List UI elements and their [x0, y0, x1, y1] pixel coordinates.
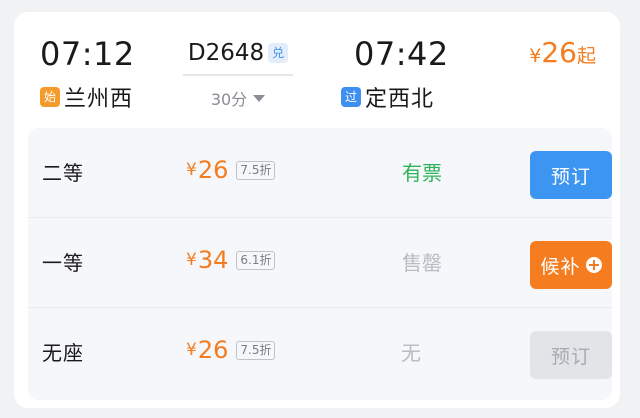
- train-info: D2648 兑 30分: [179, 36, 297, 110]
- currency-symbol: ¥: [186, 160, 197, 180]
- seat-price: ¥ 26 7.5折: [186, 336, 276, 364]
- waitlist-button-label: 候补: [540, 255, 581, 278]
- seat-price-value: 26: [197, 336, 229, 364]
- availability-status: 售罄: [402, 251, 442, 275]
- departure-station-name: 兰州西: [64, 87, 134, 112]
- discount-badge: 7.5折: [236, 160, 276, 180]
- train-card[interactable]: 07:12 始 兰州西 D2648 兑 30分 07:42 过 定西北 ¥ 26…: [14, 12, 620, 408]
- book-button-label: 预订: [550, 165, 591, 188]
- seat-price-value: 26: [197, 156, 229, 184]
- discount-badge: 7.5折: [236, 340, 276, 360]
- redeem-badge: 兑: [268, 43, 289, 63]
- currency-symbol: ¥: [529, 45, 542, 67]
- departure-station: 始 兰州西: [40, 82, 133, 112]
- route-line: [183, 74, 293, 76]
- waitlist-button[interactable]: 候补: [530, 241, 612, 289]
- train-number: D2648: [187, 40, 265, 66]
- book-button[interactable]: 预订: [530, 151, 612, 199]
- seat-price: ¥ 34 6.1折: [186, 246, 276, 274]
- currency-symbol: ¥: [186, 340, 197, 360]
- train-number-line: D2648 兑: [179, 36, 297, 70]
- arrival-station-name: 定西北: [365, 87, 435, 112]
- availability-status: 有票: [402, 161, 442, 185]
- book-button-label: 预订: [550, 345, 591, 368]
- seat-row-no-seat: 无座 ¥ 26 7.5折 无 预订: [28, 308, 612, 398]
- seat-price: ¥ 26 7.5折: [186, 156, 276, 184]
- lowest-price-value: 26: [541, 36, 577, 69]
- price-from-suffix: 起: [576, 45, 596, 67]
- seat-class-name: 二等: [42, 161, 84, 185]
- seat-row-second-class: 二等 ¥ 26 7.5折 有票 预订: [28, 128, 612, 218]
- seat-price-value: 34: [197, 246, 229, 274]
- seat-row-first-class: 一等 ¥ 34 6.1折 售罄 候补: [28, 218, 612, 308]
- seat-class-list: 二等 ¥ 26 7.5折 有票 预订 一等 ¥ 34 6.1折 售罄 候补 无座…: [28, 128, 612, 400]
- pass-through-badge: 过: [341, 87, 361, 107]
- duration-text: 30分: [210, 90, 248, 109]
- departure-time: 07:12: [40, 35, 135, 73]
- origin-badge: 始: [40, 87, 60, 107]
- arrival-time: 07:42: [354, 35, 449, 73]
- seat-class-name: 无座: [42, 341, 84, 365]
- discount-badge: 6.1折: [236, 250, 276, 270]
- plus-circle-icon: [585, 257, 602, 273]
- lowest-price: ¥ 26 起: [529, 36, 596, 69]
- seat-class-name: 一等: [42, 251, 84, 275]
- currency-symbol: ¥: [186, 250, 197, 270]
- arrival-station: 过 定西北: [341, 82, 434, 112]
- caret-down-icon: [253, 94, 266, 102]
- availability-status: 无: [401, 341, 421, 365]
- duration-toggle[interactable]: 30分: [179, 86, 297, 110]
- book-button-disabled: 预订: [530, 331, 612, 379]
